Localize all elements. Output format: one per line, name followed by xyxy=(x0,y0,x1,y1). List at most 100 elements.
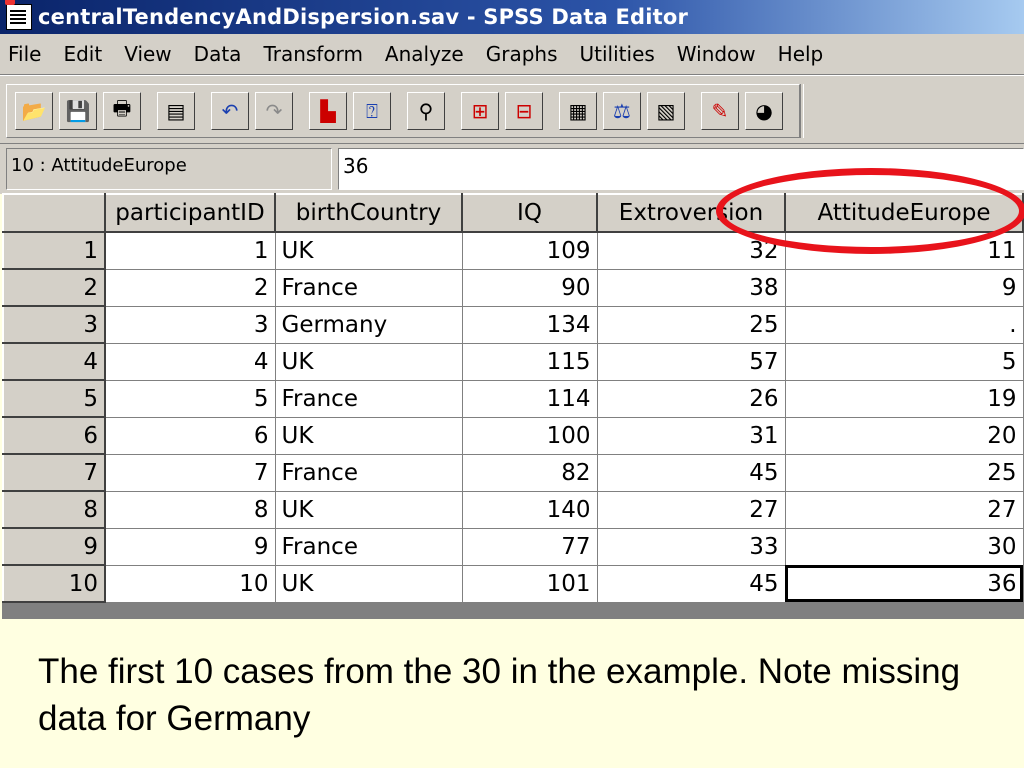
open-file-icon[interactable]: 📂 xyxy=(15,92,53,130)
cell-birthCountry[interactable]: France xyxy=(274,453,463,492)
cell-birthCountry[interactable]: UK xyxy=(274,416,463,455)
spss-data-editor-icon[interactable] xyxy=(5,0,32,30)
row-header[interactable]: 9 xyxy=(2,527,106,566)
goto-chart-icon[interactable]: ▙ xyxy=(309,92,347,130)
weight-cases-icon[interactable]: ⚖ xyxy=(603,92,641,130)
insert-cases-icon[interactable]: ⊞ xyxy=(461,92,499,130)
cell-IQ[interactable]: 140 xyxy=(461,490,598,529)
undo-icon[interactable]: ↶ xyxy=(211,92,249,130)
variables-icon[interactable]: ⍰ xyxy=(353,92,391,130)
row-header[interactable]: 2 xyxy=(2,268,106,307)
cell-Extroversion[interactable]: 45 xyxy=(596,453,786,492)
cell-AttitudeEurope[interactable]: 5 xyxy=(784,342,1024,381)
cell-AttitudeEurope[interactable]: 11 xyxy=(784,231,1024,270)
cell-AttitudeEurope[interactable]: . xyxy=(784,305,1024,344)
cell-Extroversion[interactable]: 32 xyxy=(596,231,786,270)
cell-editor-bar: 10 : AttitudeEurope 36 xyxy=(0,143,1024,194)
cell-participantID[interactable]: 3 xyxy=(104,305,276,344)
find-icon[interactable]: ⚲ xyxy=(407,92,445,130)
cell-Extroversion[interactable]: 25 xyxy=(596,305,786,344)
cell-IQ[interactable]: 115 xyxy=(461,342,598,381)
toolbar-separator xyxy=(800,84,804,138)
insert-variable-icon[interactable]: ⊟ xyxy=(505,92,543,130)
cell-birthCountry[interactable]: UK xyxy=(274,231,463,270)
cell-IQ[interactable]: 109 xyxy=(461,231,598,270)
select-cases-icon[interactable]: ▧ xyxy=(647,92,685,130)
cell-participantID[interactable]: 6 xyxy=(104,416,276,455)
menu-help[interactable]: Help xyxy=(767,42,835,66)
row-header[interactable]: 4 xyxy=(2,342,106,381)
value-labels-icon[interactable]: ✎ xyxy=(701,92,739,130)
cell-AttitudeEurope[interactable]: 27 xyxy=(784,490,1024,529)
cell-AttitudeEurope[interactable]: 20 xyxy=(784,416,1024,455)
cell-IQ[interactable]: 114 xyxy=(461,379,598,418)
column-header[interactable]: Extroversion xyxy=(596,193,786,233)
menu-edit[interactable]: Edit xyxy=(52,42,113,66)
print-icon[interactable]: 🖶 xyxy=(103,92,141,130)
cell-participantID[interactable]: 2 xyxy=(104,268,276,307)
row-header[interactable]: 8 xyxy=(2,490,106,529)
cell-IQ[interactable]: 134 xyxy=(461,305,598,344)
cell-Extroversion[interactable]: 38 xyxy=(596,268,786,307)
cell-Extroversion[interactable]: 57 xyxy=(596,342,786,381)
column-header[interactable]: participantID xyxy=(104,193,276,233)
dialog-recall-icon[interactable]: ▤ xyxy=(157,92,195,130)
title-bar[interactable]: centralTendencyAndDispersion.sav - SPSS … xyxy=(0,0,1024,34)
cell-Extroversion[interactable]: 45 xyxy=(596,564,786,603)
cell-IQ[interactable]: 101 xyxy=(461,564,598,603)
split-file-icon[interactable]: ▦ xyxy=(559,92,597,130)
menu-graphs[interactable]: Graphs xyxy=(475,42,569,66)
cell-birthCountry[interactable]: UK xyxy=(274,490,463,529)
cell-AttitudeEurope-selected[interactable]: 36 xyxy=(784,564,1024,603)
menu-analyze[interactable]: Analyze xyxy=(374,42,475,66)
cell-Extroversion[interactable]: 31 xyxy=(596,416,786,455)
cell-IQ[interactable]: 77 xyxy=(461,527,598,566)
cell-participantID[interactable]: 7 xyxy=(104,453,276,492)
row-header[interactable]: 3 xyxy=(2,305,106,344)
column-header[interactable]: AttitudeEurope xyxy=(784,193,1024,233)
column-header[interactable]: IQ xyxy=(461,193,598,233)
menu-data[interactable]: Data xyxy=(183,42,253,66)
cell-participantID[interactable]: 5 xyxy=(104,379,276,418)
cell-AttitudeEurope[interactable]: 25 xyxy=(784,453,1024,492)
cell-participantID[interactable]: 4 xyxy=(104,342,276,381)
menu-utilities[interactable]: Utilities xyxy=(569,42,666,66)
row-header[interactable]: 10 xyxy=(2,564,106,603)
row-header[interactable]: 5 xyxy=(2,379,106,418)
cell-value-field[interactable]: 36 xyxy=(338,148,1024,190)
menu-file[interactable]: File xyxy=(0,42,52,66)
cell-birthCountry[interactable]: France xyxy=(274,527,463,566)
save-icon[interactable]: 💾 xyxy=(59,92,97,130)
cell-participantID[interactable]: 1 xyxy=(104,231,276,270)
cell-AttitudeEurope[interactable]: 19 xyxy=(784,379,1024,418)
cell-birthCountry[interactable]: UK xyxy=(274,342,463,381)
menu-view[interactable]: View xyxy=(113,42,182,66)
menu-transform[interactable]: Transform xyxy=(252,42,373,66)
table-row: 8 8 UK 140 27 27 xyxy=(2,490,1024,529)
cell-IQ[interactable]: 82 xyxy=(461,453,598,492)
use-sets-icon[interactable]: ◕ xyxy=(745,92,783,130)
cell-AttitudeEurope[interactable]: 9 xyxy=(784,268,1024,307)
cell-birthCountry[interactable]: Germany xyxy=(274,305,463,344)
cell-birthCountry[interactable]: France xyxy=(274,268,463,307)
cell-IQ[interactable]: 90 xyxy=(461,268,598,307)
cell-birthCountry[interactable]: UK xyxy=(274,564,463,603)
column-header[interactable]: birthCountry xyxy=(274,193,463,233)
row-header[interactable]: 6 xyxy=(2,416,106,455)
data-grid[interactable]: participantID birthCountry IQ Extroversi… xyxy=(2,193,1024,619)
cell-AttitudeEurope[interactable]: 30 xyxy=(784,527,1024,566)
row-header[interactable]: 7 xyxy=(2,453,106,492)
cell-IQ[interactable]: 100 xyxy=(461,416,598,455)
table-row: 3 3 Germany 134 25 . xyxy=(2,305,1024,344)
cell-participantID[interactable]: 10 xyxy=(104,564,276,603)
cell-participantID[interactable]: 9 xyxy=(104,527,276,566)
cell-Extroversion[interactable]: 33 xyxy=(596,527,786,566)
menu-window[interactable]: Window xyxy=(666,42,767,66)
cell-Extroversion[interactable]: 27 xyxy=(596,490,786,529)
cell-participantID[interactable]: 8 xyxy=(104,490,276,529)
cell-birthCountry[interactable]: France xyxy=(274,379,463,418)
corner-cell[interactable] xyxy=(2,193,106,233)
cell-Extroversion[interactable]: 26 xyxy=(596,379,786,418)
row-header[interactable]: 1 xyxy=(2,231,106,270)
redo-icon[interactable]: ↷ xyxy=(255,92,293,130)
